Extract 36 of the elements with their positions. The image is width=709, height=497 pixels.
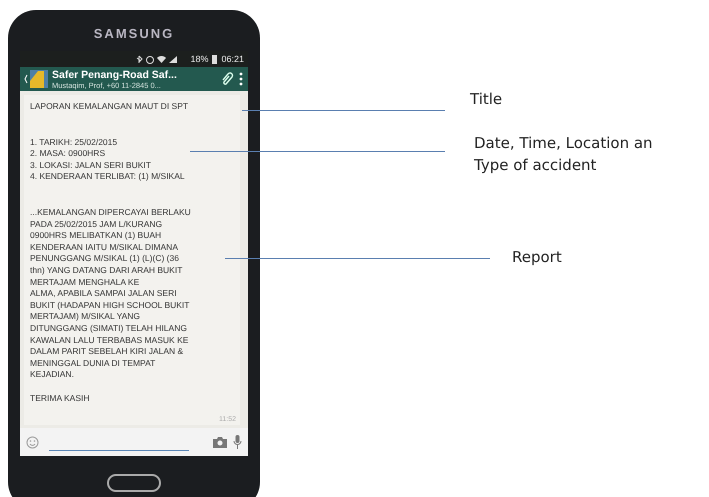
camera-icon[interactable] <box>213 436 227 448</box>
brand-logo: SAMSUNG <box>94 26 174 41</box>
report-line: PADA 25/02/2015 JAM L/KURANG <box>30 218 164 230</box>
annotation-label: Title <box>470 89 502 110</box>
message-title: LAPORAN KEMALANGAN MAUT DI SPT <box>30 101 190 113</box>
report-line: DALAM PARIT SEBELAH KIRI JALAN & <box>30 346 184 358</box>
annotation-label: Date, Time, Location an Type of accident <box>474 133 653 176</box>
annotation-label: Report <box>512 247 562 268</box>
report-line: thn) YANG DATANG DARI ARAH BUKIT <box>30 264 184 277</box>
report-line: DITUNGGANG (SIMATI) TELAH HILANG <box>30 322 188 334</box>
home-button[interactable] <box>107 474 161 492</box>
group-avatar-icon[interactable] <box>24 69 48 89</box>
detail-line: 4. KENDERAAN TERLIBAT: (1) M/SIKAL <box>30 171 186 183</box>
report-line: KENDERAAN IAITU M/SIKAL DIMANA <box>30 242 179 254</box>
clock: 06:21 <box>221 54 244 64</box>
report-line: PENUNGGANG M/SIKAL (1) (L)(C) (36 <box>30 253 180 265</box>
battery-icon <box>212 54 218 64</box>
detail-line: 1. TARIKH: 25/02/2015 <box>30 136 118 148</box>
detail-line: 3. LOKASI: JALAN SERI BUKIT <box>30 160 152 172</box>
report-line: BUKIT (HADAPAN HIGH SCHOOL BUKIT <box>30 300 190 312</box>
chat-title: Safer Penang-Road Saf... <box>52 68 178 80</box>
report-line: KAWALAN LALU TERBABAS MASUK KE <box>30 334 190 346</box>
report-line: ALMA, APABILA SAMPAI JALAN SERI <box>30 288 178 300</box>
report-line: MERTAJAM MENGHALA KE <box>30 276 140 288</box>
report-line: KEJADIAN. <box>30 369 75 381</box>
detail-line: 2. MASA: 0900HRS <box>30 148 106 160</box>
report-line: MERTAJAM) M/SIKAL YANG <box>30 311 142 323</box>
menu-icon[interactable] <box>238 72 244 86</box>
microphone-icon[interactable] <box>233 435 242 449</box>
smiley-icon[interactable] <box>26 436 39 448</box>
paperclip-icon[interactable] <box>220 71 234 87</box>
report-line: 0900HRS MELIBATKAN (1) BUAH <box>30 230 162 242</box>
report-line: MENINGGAL DUNIA DI TEMPAT <box>30 358 156 370</box>
report-line: ...KEMALANGAN DIPERCAYAI BERLAKU <box>30 206 192 219</box>
battery-level: 18% <box>190 54 208 64</box>
closing-text: TERIMA KASIH <box>30 392 91 404</box>
